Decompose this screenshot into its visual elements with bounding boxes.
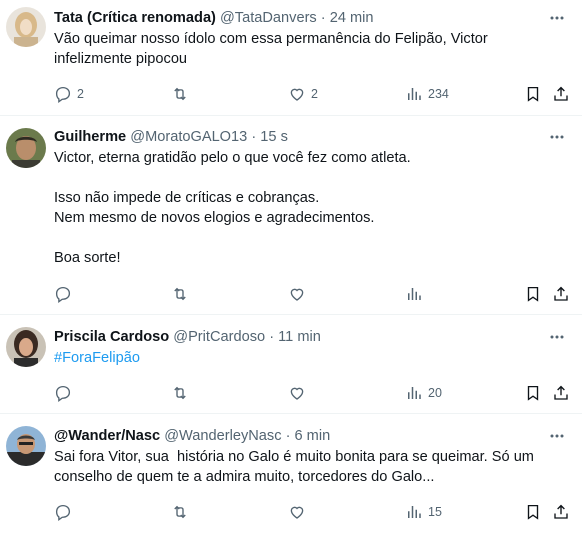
like-icon [288,285,306,303]
reply-count: 2 [77,87,84,101]
more-icon[interactable] [546,8,568,28]
bookmark-button[interactable] [524,382,542,404]
more-icon[interactable] [546,426,568,446]
reply-icon [54,384,72,402]
views-count: 234 [428,87,449,101]
separator: · [251,129,257,145]
like-count: 2 [311,87,318,101]
action-bar: 20 [54,382,582,404]
retweet-button[interactable] [171,283,194,305]
views-icon [405,285,423,303]
separator: · [285,428,291,444]
bookmark-icon [524,384,542,402]
timestamp[interactable]: 6 min [295,428,331,444]
tweet[interactable]: Guilherme @MoratoGALO13 · 15 s Victor, e… [0,116,582,315]
share-icon [552,384,570,402]
author-handle[interactable]: @MoratoGALO13 [130,129,247,145]
tweet-header: Guilherme @MoratoGALO13 · 15 s [54,127,568,147]
views-button[interactable]: 234 [405,83,449,105]
reply-button[interactable] [54,283,77,305]
like-button[interactable] [288,283,311,305]
author-name[interactable]: @Wander/Nasc [54,428,160,444]
views-icon [405,503,423,521]
share-button[interactable] [552,283,570,305]
reply-icon [54,503,72,521]
share-button[interactable] [552,382,570,404]
avatar[interactable] [6,128,46,168]
retweet-button[interactable] [171,382,194,404]
like-button[interactable] [288,501,311,523]
retweet-icon [171,384,189,402]
action-bar: 15 [54,501,582,523]
reply-button[interactable] [54,501,77,523]
tweet[interactable]: Tata (Crítica renomada) @TataDanvers · 2… [0,0,582,116]
author-name[interactable]: Guilherme [54,129,126,145]
tweet-header: Priscila Cardoso @PritCardoso · 11 min [54,327,568,347]
tweet-text: Victor, eterna gratidão pelo o que você … [54,150,411,266]
tweet[interactable]: Priscila Cardoso @PritCardoso · 11 min #… [0,315,582,414]
views-icon [405,85,423,103]
like-icon [288,503,306,521]
share-button[interactable] [552,501,570,523]
retweet-icon [171,503,189,521]
author-handle[interactable]: @WanderleyNasc [164,428,281,444]
tweet-text: Sai fora Vitor, sua história no Galo é m… [54,449,539,485]
retweet-icon [171,285,189,303]
reply-icon [54,85,72,103]
bookmark-button[interactable] [524,83,542,105]
timestamp[interactable]: 24 min [330,10,374,26]
like-button[interactable]: 2 [288,83,318,105]
views-button[interactable]: 15 [405,501,442,523]
timestamp[interactable]: 11 min [278,329,321,345]
avatar[interactable] [6,426,46,466]
author-name[interactable]: Tata (Crítica renomada) [54,10,216,26]
tweet-header: Tata (Crítica renomada) @TataDanvers · 2… [54,8,568,28]
bookmark-button[interactable] [524,283,542,305]
share-icon [552,503,570,521]
bookmark-icon [524,285,542,303]
reply-button[interactable]: 2 [54,83,84,105]
views-button[interactable]: 20 [405,382,442,404]
author-handle[interactable]: @TataDanvers [220,10,317,26]
avatar[interactable] [6,327,46,367]
bookmark-button[interactable] [524,501,542,523]
hashtag-link[interactable]: #ForaFelipão [54,348,568,368]
tweet-text: Vão queimar nosso ídolo com essa permanê… [54,31,492,67]
more-icon[interactable] [546,127,568,147]
author-name[interactable]: Priscila Cardoso [54,329,169,345]
author-handle[interactable]: @PritCardoso [173,329,265,345]
bookmark-icon [524,85,542,103]
bookmark-icon [524,503,542,521]
views-count: 20 [428,386,442,400]
reply-button[interactable] [54,382,77,404]
action-bar [54,283,582,305]
retweet-icon [171,85,189,103]
views-icon [405,384,423,402]
more-icon[interactable] [546,327,568,347]
like-icon [288,384,306,402]
avatar[interactable] [6,7,46,47]
views-count: 15 [428,505,442,519]
action-bar: 2 2 234 [54,83,582,105]
like-icon [288,85,306,103]
separator: · [269,329,275,345]
timestamp[interactable]: 15 s [260,129,288,145]
share-icon [552,285,570,303]
retweet-button[interactable] [171,83,194,105]
views-button[interactable] [405,283,428,305]
like-button[interactable] [288,382,311,404]
share-button[interactable] [552,83,570,105]
separator: · [320,10,326,26]
reply-icon [54,285,72,303]
tweet[interactable]: @Wander/Nasc @WanderleyNasc · 6 min Sai … [0,414,582,537]
share-icon [552,85,570,103]
retweet-button[interactable] [171,501,194,523]
tweet-header: @Wander/Nasc @WanderleyNasc · 6 min [54,426,568,446]
